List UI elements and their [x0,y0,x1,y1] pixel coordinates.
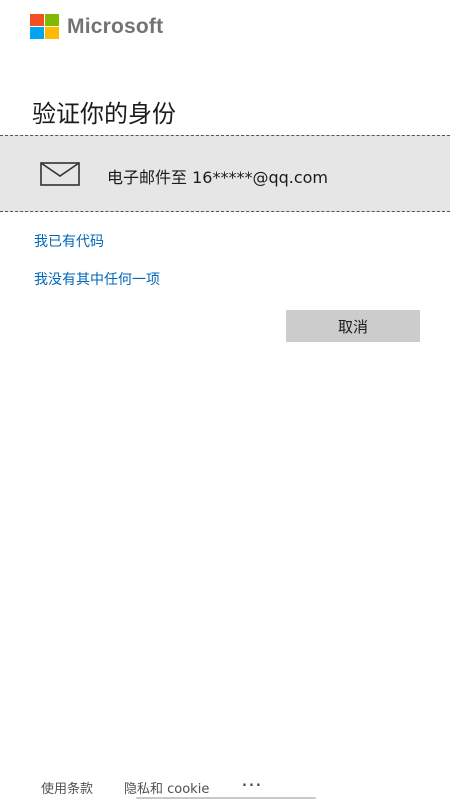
none-of-these-link[interactable]: 我没有其中任何一项 [34,269,160,289]
logo-square-green [45,14,59,26]
microsoft-logo: Microsoft [30,14,163,39]
brand-name: Microsoft [67,14,164,38]
microsoft-logo-icon [30,14,59,39]
home-indicator [136,797,316,799]
terms-of-use-link[interactable]: 使用条款 [41,778,93,797]
page-title: 验证你的身份 [32,100,176,128]
cancel-button[interactable]: 取消 [286,310,420,342]
email-verification-option[interactable]: 电子邮件至 16*****@qq.com [0,135,450,212]
logo-square-blue [30,27,44,39]
logo-square-red [30,14,44,26]
more-options-button[interactable]: ... [242,775,263,790]
envelope-icon [40,162,80,186]
email-option-label: 电子邮件至 16*****@qq.com [107,168,329,187]
have-code-link[interactable]: 我已有代码 [34,231,104,251]
privacy-cookies-link[interactable]: 隐私和 cookie [124,778,209,797]
verify-identity-page: Microsoft 验证你的身份 电子邮件至 16*****@qq.com 我已… [0,0,450,800]
logo-square-yellow [45,27,59,39]
